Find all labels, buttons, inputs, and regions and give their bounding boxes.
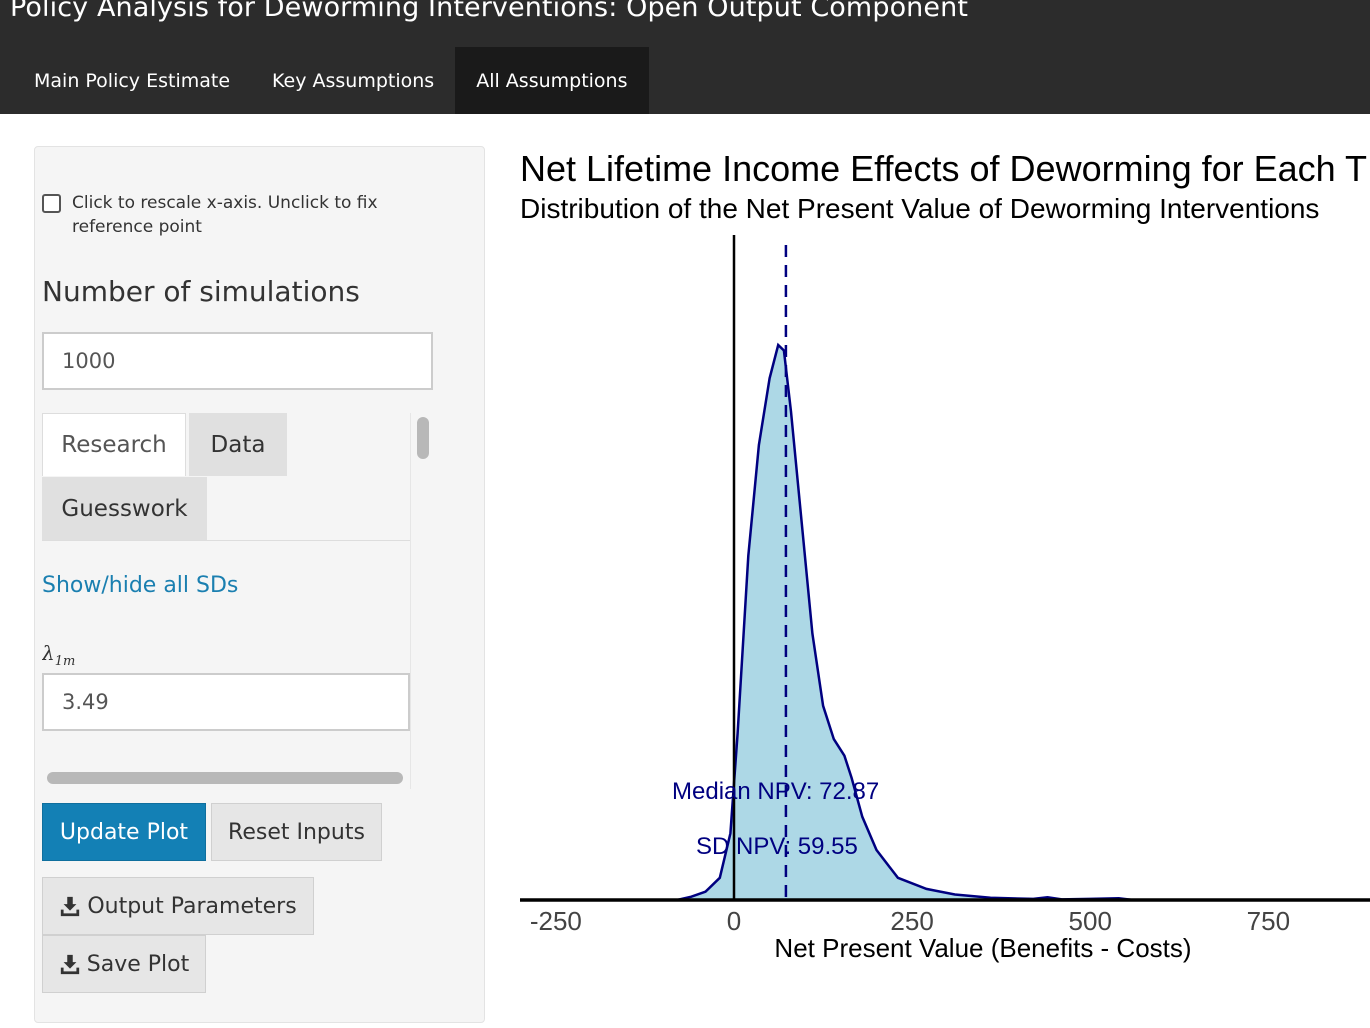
chart-title: Net Lifetime Income Effects of Deworming…	[520, 148, 1368, 189]
save-plot-label: Save Plot	[86, 951, 190, 977]
lambda-subscript: 1m	[54, 654, 76, 669]
simulations-label: Number of simulations	[42, 275, 360, 308]
x-tick-label: 500	[1069, 906, 1112, 936]
panel-divider	[410, 413, 411, 789]
tab-research[interactable]: Research	[42, 413, 186, 476]
sidebar-panel: Click to rescale x-axis. Unclick to fix …	[34, 146, 485, 1023]
output-parameters-button[interactable]: Output Parameters	[42, 877, 314, 935]
x-tick-label: 0	[727, 906, 741, 936]
rescale-option: Click to rescale x-axis. Unclick to fix …	[42, 191, 402, 239]
update-plot-button[interactable]: Update Plot	[42, 803, 206, 861]
x-axis-title: Net Present Value (Benefits - Costs)	[774, 933, 1191, 963]
tab-key-assumptions[interactable]: Key Assumptions	[251, 47, 455, 114]
simulations-input[interactable]: 1000	[42, 332, 433, 390]
lambda-1m-input[interactable]: 3.49	[42, 673, 410, 731]
x-axis-ticks: -250 0 250 500 750	[530, 906, 1290, 936]
vertical-scrollbar[interactable]	[417, 417, 429, 459]
tab-data[interactable]: Data	[189, 413, 287, 476]
x-tick-label: 250	[890, 906, 933, 936]
x-tick-label: -250	[530, 906, 582, 936]
median-npv-label: Median NPV: 72.87	[672, 778, 879, 805]
horizontal-scrollbar[interactable]	[47, 772, 403, 784]
rescale-checkbox[interactable]	[42, 194, 61, 213]
lambda-symbol: λ	[42, 641, 55, 665]
tab-guesswork[interactable]: Guesswork	[42, 477, 207, 540]
download-icon	[61, 896, 80, 917]
chart-subtitle: Distribution of the Net Present Value of…	[520, 193, 1320, 224]
rescale-checkbox-label[interactable]: Click to rescale x-axis. Unclick to fix …	[72, 191, 402, 239]
output-parameters-label: Output Parameters	[87, 893, 297, 919]
app-title: Policy Analysis for Deworming Interventi…	[10, 0, 969, 23]
x-tick-label: 750	[1247, 906, 1290, 936]
assumption-tabs: Research Data Guesswork	[42, 413, 410, 541]
reset-inputs-button[interactable]: Reset Inputs	[211, 803, 382, 861]
tab-all-assumptions[interactable]: All Assumptions	[455, 47, 649, 114]
lambda-1m-label: λ1m	[42, 641, 75, 669]
show-hide-sds-link[interactable]: Show/hide all SDs	[42, 573, 238, 598]
simulations-value: 1000	[62, 349, 116, 373]
tab-main-policy-estimate[interactable]: Main Policy Estimate	[13, 47, 251, 114]
download-icon	[60, 954, 79, 975]
assumptions-scroll-panel[interactable]: Research Data Guesswork Show/hide all SD…	[42, 413, 434, 789]
top-navbar: Policy Analysis for Deworming Interventi…	[0, 0, 1370, 114]
save-plot-button[interactable]: Save Plot	[42, 935, 206, 993]
lambda-1m-value: 3.49	[62, 690, 109, 714]
main-nav-tabs: Main Policy Estimate Key Assumptions All…	[13, 47, 649, 114]
sd-npv-label: SD NPV: 59.55	[696, 833, 858, 860]
npv-density-chart: -250 0 250 500 750 Median NPV: 72.87 SD NPV:…	[520, 235, 1370, 963]
